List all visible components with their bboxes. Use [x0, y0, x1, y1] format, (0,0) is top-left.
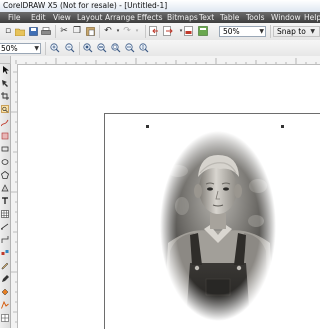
menu-edit[interactable]: Edit [31, 13, 46, 22]
rectangle-tool-icon[interactable] [1, 145, 9, 153]
new-document-icon[interactable]: ▫ [2, 25, 14, 37]
menu-effects[interactable]: Effects [137, 13, 163, 22]
chevron-down-icon[interactable]: ▼ [310, 27, 315, 37]
menu-layout[interactable]: Layout [77, 13, 103, 22]
blend-tool-icon[interactable] [1, 249, 9, 257]
basic-shapes-tool-icon[interactable] [1, 184, 9, 192]
eyedropper-tool-icon[interactable] [1, 262, 9, 270]
freehand-tool-icon[interactable] [1, 119, 9, 127]
chevron-down-icon[interactable]: ▼ [259, 27, 264, 37]
dimension-tool-icon[interactable] [1, 223, 9, 231]
menu-bitmaps[interactable]: Bitmaps [167, 13, 198, 22]
menu-arrange[interactable]: Arrange [105, 13, 135, 22]
publish-pdf-icon[interactable] [182, 25, 194, 37]
shape-tool-icon[interactable] [1, 79, 9, 87]
redo-dropdown-icon[interactable]: ▾ [131, 25, 143, 37]
menu-tools[interactable]: Tools [246, 13, 264, 22]
paste-icon[interactable] [84, 25, 96, 37]
outline-pen-tool-icon[interactable] [1, 275, 9, 283]
vignette-portrait-bitmap[interactable] [160, 131, 276, 321]
zoom-level-combo[interactable]: 50% ▼ [219, 26, 266, 37]
mesh-fill-tool-icon[interactable] [1, 314, 9, 322]
snap-to-label: Snap to [277, 27, 306, 36]
horizontal-ruler[interactable] [11, 56, 320, 65]
copy-icon[interactable]: ❐ [71, 25, 83, 37]
export-icon[interactable] [162, 25, 174, 37]
pick-tool-icon[interactable] [1, 66, 9, 74]
app-launcher-icon[interactable] [197, 25, 209, 37]
connector-tool-icon[interactable] [1, 236, 9, 244]
save-icon[interactable] [27, 25, 39, 37]
zoom-in-icon[interactable] [49, 42, 61, 54]
menu-text[interactable]: Text [199, 13, 214, 22]
property-zoom-value: 50% [1, 44, 18, 53]
standard-toolbar: ▫ ✂ ❐ ↶ ▾ ↷ ▾ ▾ 50% ▼ Snap to ▼ [0, 23, 320, 41]
toolbar-separator [55, 25, 56, 38]
zoom-to-page-width-icon[interactable] [124, 42, 136, 54]
open-folder-icon[interactable] [14, 25, 26, 37]
selection-handle[interactable] [146, 125, 149, 128]
polygon-tool-icon[interactable] [1, 171, 9, 179]
toolbar-separator [270, 25, 271, 38]
menu-table[interactable]: Table [220, 13, 239, 22]
text-tool-icon[interactable] [1, 197, 9, 205]
ellipse-tool-icon[interactable] [1, 158, 9, 166]
zoom-to-page-height-icon[interactable] [138, 42, 150, 54]
ruler-corner[interactable] [0, 56, 11, 64]
crop-tool-icon[interactable] [1, 92, 9, 100]
table-tool-icon[interactable] [1, 210, 9, 218]
zoom-all-objects-icon[interactable] [96, 42, 108, 54]
chevron-down-icon[interactable]: ▼ [34, 44, 39, 54]
zoom-out-icon[interactable] [64, 42, 76, 54]
property-zoom-combo[interactable]: 50% ▼ [0, 43, 41, 54]
zoom-to-page-icon[interactable] [110, 42, 122, 54]
import-icon[interactable] [148, 25, 160, 37]
print-icon[interactable] [40, 25, 52, 37]
toolbar-separator [99, 25, 100, 38]
vertical-ruler[interactable] [10, 64, 18, 328]
menu-view[interactable]: View [53, 13, 71, 22]
toolbar-separator [145, 25, 146, 38]
toolbar-separator [45, 42, 46, 55]
zoom-tool-icon[interactable] [1, 105, 9, 113]
selection-handle[interactable] [281, 125, 284, 128]
interactive-fill-tool-icon[interactable] [1, 301, 9, 309]
smart-fill-tool-icon[interactable] [1, 132, 9, 140]
property-bar: 50% ▼ [0, 40, 320, 57]
toolbox [0, 64, 11, 328]
fill-tool-icon[interactable] [1, 288, 9, 296]
window-title: CorelDRAW X5 (Not for resale) - [Untitle… [3, 1, 168, 10]
menu-window[interactable]: Window [271, 13, 301, 22]
menu-help[interactable]: Help [304, 13, 320, 22]
toolbar-separator [79, 42, 80, 55]
zoom-level-value: 50% [223, 27, 240, 36]
menu-file[interactable]: File [8, 13, 21, 22]
cut-icon[interactable]: ✂ [58, 25, 70, 37]
zoom-selected-icon[interactable] [82, 42, 94, 54]
snap-to-dropdown[interactable]: Snap to ▼ [273, 26, 320, 37]
